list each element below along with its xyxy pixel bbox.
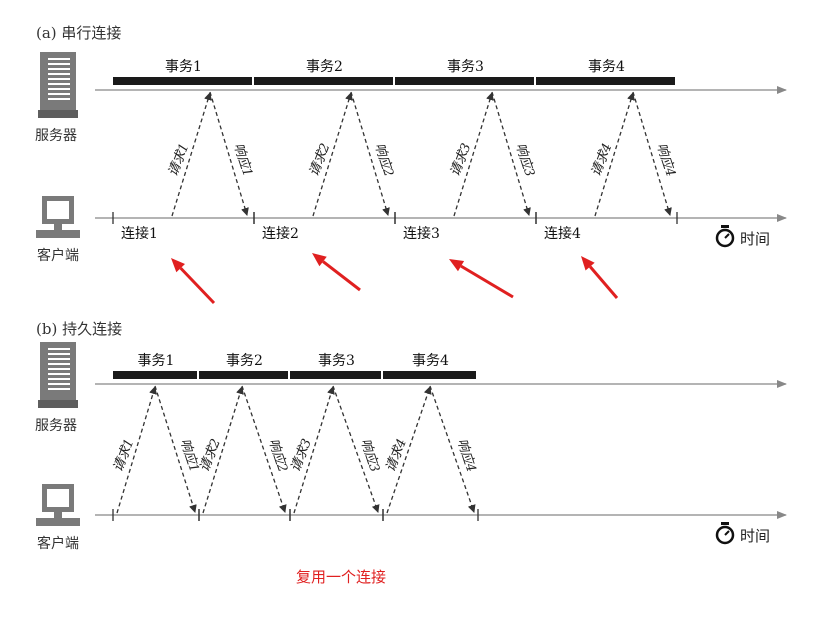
transaction-label: 事务2 bbox=[226, 353, 263, 369]
transaction-bar bbox=[383, 371, 476, 379]
request-label: 请求1 bbox=[111, 437, 138, 474]
red-arrow bbox=[179, 267, 216, 305]
response-label: 响应3 bbox=[357, 437, 383, 475]
time-label: 时间 bbox=[740, 230, 770, 248]
connection-label: 连接2 bbox=[262, 225, 299, 242]
computer-icon bbox=[36, 484, 80, 526]
transaction-bar bbox=[113, 77, 252, 85]
server-icon bbox=[38, 52, 78, 118]
request-label: 请求4 bbox=[589, 141, 616, 178]
request-label: 请求3 bbox=[288, 437, 315, 474]
server-icon bbox=[38, 342, 78, 408]
red-arrow bbox=[460, 264, 514, 299]
connection-label: 连接1 bbox=[121, 225, 158, 242]
stopwatch-icon bbox=[715, 522, 735, 545]
transaction-label: 事务4 bbox=[412, 353, 449, 369]
transaction-bar bbox=[113, 371, 197, 379]
transaction-bar bbox=[395, 77, 534, 85]
transaction-label: 事务4 bbox=[588, 59, 625, 75]
transaction-label: 事务2 bbox=[306, 59, 343, 75]
response-label: 响应2 bbox=[265, 437, 291, 475]
client-label: 客户端 bbox=[37, 247, 79, 264]
connection-label: 连接4 bbox=[544, 225, 581, 242]
server-label: 服务器 bbox=[35, 418, 77, 434]
request-label: 请求2 bbox=[307, 141, 334, 178]
server-label: 服务器 bbox=[35, 128, 77, 144]
response-label: 响应4 bbox=[454, 437, 480, 475]
computer-icon bbox=[36, 196, 80, 238]
request-label: 请求3 bbox=[448, 141, 475, 178]
request-label: 请求1 bbox=[166, 141, 193, 178]
connection-label: 连接3 bbox=[403, 225, 440, 242]
client-label: 客户端 bbox=[37, 535, 79, 552]
red-arrow bbox=[322, 260, 361, 292]
time-label: 时间 bbox=[740, 527, 770, 545]
request-label: 请求2 bbox=[197, 437, 224, 474]
connection-diagram: 服务器客户端时间事务1请求1 响应1连接1事务2请求2 响应2连接2事务3请求3 响应… bbox=[35, 52, 787, 552]
transaction-bar bbox=[199, 371, 288, 379]
transaction-bar bbox=[536, 77, 675, 85]
transaction-bar bbox=[254, 77, 393, 85]
transaction-bar bbox=[290, 371, 381, 379]
transaction-label: 事务3 bbox=[318, 353, 355, 369]
transaction-label: 事务1 bbox=[165, 59, 202, 75]
stopwatch-icon bbox=[715, 225, 735, 248]
transaction-label: 事务1 bbox=[138, 353, 175, 369]
red-arrow bbox=[588, 265, 619, 299]
transaction-label: 事务3 bbox=[447, 59, 484, 75]
request-label: 请求4 bbox=[383, 437, 410, 474]
